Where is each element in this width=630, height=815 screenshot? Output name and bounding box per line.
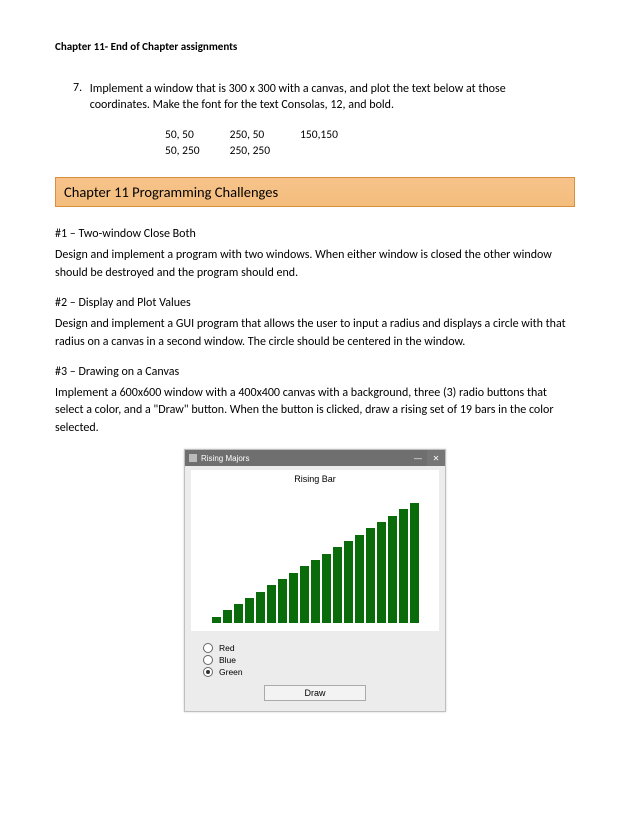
section-heading: Chapter 11 Programming Challenges (55, 177, 575, 207)
table-row: 50, 250 250, 250 (165, 143, 368, 159)
challenge-3-title: #3 – Drawing on a Canvas (55, 365, 575, 379)
coord-cell: 150,150 (300, 127, 368, 143)
radio-blue[interactable]: Blue (203, 655, 427, 665)
controls-panel: Red Blue Green Draw (185, 635, 445, 711)
table-row: 50, 50 250, 50 150,150 (165, 127, 368, 143)
bar (223, 610, 232, 623)
bar (212, 617, 221, 623)
page-header: Chapter 11- End of Chapter assignments (55, 40, 575, 53)
titlebar: Rising Majors — ✕ (185, 450, 445, 466)
coord-cell: 250, 250 (230, 143, 300, 159)
bar (388, 516, 397, 623)
bar (322, 554, 331, 623)
bar (311, 560, 320, 623)
minimize-button[interactable]: — (409, 450, 427, 466)
challenge-2-body: Design and implement a GUI program that … (55, 316, 575, 351)
canvas-title: Rising Bar (191, 474, 439, 484)
coordinates-table: 50, 50 250, 50 150,150 50, 250 250, 250 (165, 127, 368, 159)
bar (377, 522, 386, 623)
radio-label: Red (219, 643, 235, 653)
question-text: Implement a window that is 300 x 300 wit… (90, 81, 520, 113)
bar (234, 604, 243, 623)
bar (399, 509, 408, 623)
canvas: Rising Bar (191, 470, 439, 631)
bar (366, 528, 375, 623)
gui-window: Rising Majors — ✕ Rising Bar Red Blue Gr… (184, 449, 446, 712)
bar (344, 541, 353, 623)
radio-label: Green (219, 667, 243, 677)
radio-icon (203, 643, 213, 653)
challenge-2-title: #2 – Display and Plot Values (55, 296, 575, 310)
bar (289, 573, 298, 624)
radio-green[interactable]: Green (203, 667, 427, 677)
coord-cell (300, 143, 368, 159)
coord-cell: 50, 50 (165, 127, 230, 143)
bar (256, 592, 265, 624)
question-number: 7. (73, 81, 87, 95)
bar (245, 598, 254, 623)
challenge-1-title: #1 – Two-window Close Both (55, 227, 575, 241)
bar (410, 503, 419, 623)
radio-icon (203, 667, 213, 677)
app-icon (189, 454, 197, 462)
bar-chart (191, 488, 439, 623)
bar (278, 579, 287, 623)
challenge-3-body: Implement a 600x600 window with a 400x40… (55, 385, 575, 437)
bar (355, 535, 364, 623)
bar (267, 585, 276, 623)
bar (333, 547, 342, 623)
question-7: 7. Implement a window that is 300 x 300 … (73, 81, 575, 113)
radio-red[interactable]: Red (203, 643, 427, 653)
challenge-1-body: Design and implement a program with two … (55, 247, 575, 282)
radio-label: Blue (219, 655, 236, 665)
bar (300, 566, 309, 623)
coord-cell: 50, 250 (165, 143, 230, 159)
close-button[interactable]: ✕ (427, 450, 445, 466)
window-title: Rising Majors (201, 454, 409, 463)
coord-cell: 250, 50 (230, 127, 300, 143)
radio-icon (203, 655, 213, 665)
draw-button[interactable]: Draw (264, 685, 366, 701)
